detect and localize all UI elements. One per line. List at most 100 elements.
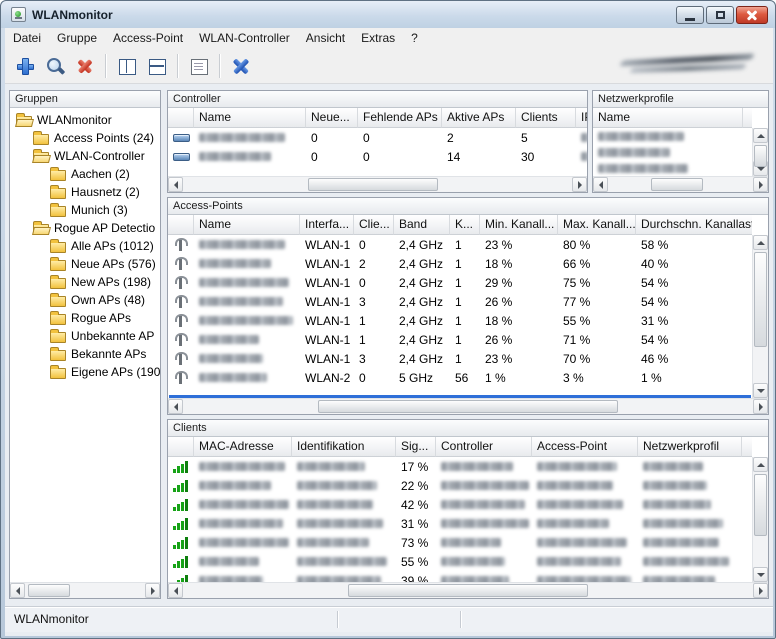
table-row[interactable]: 55 %	[168, 552, 752, 571]
clients-horizontal-scrollbar[interactable]	[168, 582, 768, 598]
table-row[interactable]: WLAN-122,4 GHz118 %66 %40 %	[168, 254, 752, 273]
icon-column-header[interactable]	[168, 215, 194, 235]
tree-horizontal-scrollbar[interactable]	[10, 582, 160, 598]
menu-item-datei[interactable]: Datei	[5, 28, 49, 48]
table-row[interactable]: WLAN-132,4 GHz123 %70 %46 %	[168, 349, 752, 368]
maximize-button[interactable]	[706, 6, 734, 24]
scrollbar-thumb[interactable]	[754, 145, 767, 167]
zoom-button[interactable]	[41, 53, 68, 78]
network-profiles-horizontal-scrollbar[interactable]	[593, 176, 768, 192]
icon-column-header[interactable]	[168, 437, 194, 457]
tree-item-neue-aps-576[interactable]: Neue APs (576)	[10, 255, 160, 273]
column-header[interactable]: Name	[593, 108, 743, 128]
column-header[interactable]: Interfa...	[300, 215, 354, 235]
table-row[interactable]: WLAN-102,4 GHz123 %80 %58 %	[168, 235, 752, 254]
scroll-right-button[interactable]	[753, 583, 768, 598]
scrollbar-thumb[interactable]	[308, 178, 438, 191]
minimize-button[interactable]	[676, 6, 704, 24]
tree-item-unbekannte-ap[interactable]: Unbekannte AP	[10, 327, 160, 345]
split-horizontal-button[interactable]	[143, 53, 170, 78]
clients-vertical-scrollbar[interactable]	[752, 457, 768, 582]
scroll-left-button[interactable]	[168, 583, 183, 598]
delete-button[interactable]	[71, 53, 98, 78]
table-row[interactable]: 39 %	[168, 571, 752, 582]
tree-item-hausnetz-2[interactable]: Hausnetz (2)	[10, 183, 160, 201]
split-vertical-button[interactable]	[113, 53, 140, 78]
column-header[interactable]: Clie...	[354, 215, 394, 235]
scroll-up-button[interactable]	[753, 457, 768, 472]
tree-item-rogue-aps[interactable]: Rogue APs	[10, 309, 160, 327]
column-header[interactable]: Netzwerkprofil	[638, 437, 742, 457]
tree-item-wlan-controller[interactable]: WLAN-Controller	[10, 147, 160, 165]
menu-item-extras[interactable]: Extras	[353, 28, 403, 48]
table-row[interactable]: 73 %	[168, 533, 752, 552]
scrollbar-thumb[interactable]	[28, 584, 70, 597]
table-row[interactable]: 0025	[168, 128, 587, 147]
table-row[interactable]: 001430	[168, 147, 587, 166]
table-row[interactable]	[593, 128, 752, 144]
table-row[interactable]: WLAN-112,4 GHz126 %71 %54 %	[168, 330, 752, 349]
column-header[interactable]: Name	[194, 215, 300, 235]
column-header[interactable]: Access-Point	[532, 437, 638, 457]
table-row[interactable]: 42 %	[168, 495, 752, 514]
column-header[interactable]: Band	[394, 215, 450, 235]
table-row[interactable]: WLAN-112,4 GHz118 %55 %31 %	[168, 311, 752, 330]
scroll-right-button[interactable]	[572, 177, 587, 192]
column-header[interactable]: Durchschn. Kanallast	[636, 215, 752, 235]
access-points-horizontal-scrollbar[interactable]	[168, 398, 768, 414]
menu-item-gruppe[interactable]: Gruppe	[49, 28, 105, 48]
scroll-left-button[interactable]	[593, 177, 608, 192]
tree-item-rogue-ap-detectio[interactable]: Rogue AP Detectio	[10, 219, 160, 237]
column-header[interactable]: Min. Kanall...	[480, 215, 558, 235]
disconnect-button[interactable]	[227, 53, 254, 78]
column-header[interactable]: Sig...	[396, 437, 436, 457]
access-points-vertical-scrollbar[interactable]	[752, 235, 768, 398]
tree-item-own-aps-48[interactable]: Own APs (48)	[10, 291, 160, 309]
tree-item-new-aps-198[interactable]: New APs (198)	[10, 273, 160, 291]
table-row[interactable]: WLAN-132,4 GHz126 %77 %54 %	[168, 292, 752, 311]
column-header[interactable]: MAC-Adresse	[194, 437, 292, 457]
scroll-right-button[interactable]	[753, 177, 768, 192]
add-button[interactable]	[11, 53, 38, 78]
tree-item-wlanmonitor[interactable]: WLANmonitor	[10, 111, 160, 129]
menu-item-wlan-controller[interactable]: WLAN-Controller	[191, 28, 298, 48]
scroll-left-button[interactable]	[168, 399, 183, 414]
network-profiles-vertical-scrollbar[interactable]	[752, 128, 768, 176]
column-header[interactable]: Aktive APs	[442, 108, 516, 128]
column-header[interactable]: Fehlende APs	[358, 108, 442, 128]
titlebar[interactable]: WLANmonitor	[1, 1, 775, 28]
table-row[interactable]: WLAN-102,4 GHz129 %75 %54 %	[168, 273, 752, 292]
icon-column-header[interactable]	[168, 108, 194, 128]
scroll-left-button[interactable]	[10, 583, 25, 598]
scroll-down-button[interactable]	[753, 383, 768, 398]
table-row[interactable]: 17 %	[168, 457, 752, 476]
controller-horizontal-scrollbar[interactable]	[168, 176, 587, 192]
tree-view-button[interactable]	[185, 53, 212, 78]
column-header[interactable]: Neue...	[306, 108, 358, 128]
tree-item-aachen-2[interactable]: Aachen (2)	[10, 165, 160, 183]
scroll-right-button[interactable]	[145, 583, 160, 598]
scrollbar-thumb[interactable]	[348, 584, 588, 597]
scrollbar-thumb[interactable]	[754, 474, 767, 536]
column-header[interactable]: Name	[194, 108, 306, 128]
scroll-up-button[interactable]	[753, 235, 768, 250]
scroll-left-button[interactable]	[168, 177, 183, 192]
table-row[interactable]: 22 %	[168, 476, 752, 495]
column-header[interactable]: Controller	[436, 437, 532, 457]
menu-item-access-point[interactable]: Access-Point	[105, 28, 191, 48]
column-header[interactable]: Max. Kanall...	[558, 215, 636, 235]
tree-item-bekannte-aps[interactable]: Bekannte APs	[10, 345, 160, 363]
tree-item-alle-aps-1012[interactable]: Alle APs (1012)	[10, 237, 160, 255]
column-header[interactable]: Clients	[516, 108, 576, 128]
column-header[interactable]: K...	[450, 215, 480, 235]
column-header[interactable]: IP-A...	[576, 108, 587, 128]
menu-item-help[interactable]: ?	[403, 28, 426, 48]
scroll-up-button[interactable]	[753, 128, 768, 143]
scrollbar-thumb[interactable]	[318, 400, 618, 413]
close-button[interactable]	[736, 6, 768, 24]
table-row[interactable]	[593, 160, 752, 176]
scroll-right-button[interactable]	[753, 399, 768, 414]
scroll-down-button[interactable]	[753, 567, 768, 582]
menu-item-ansicht[interactable]: Ansicht	[298, 28, 353, 48]
tree-item-munich-3[interactable]: Munich (3)	[10, 201, 160, 219]
